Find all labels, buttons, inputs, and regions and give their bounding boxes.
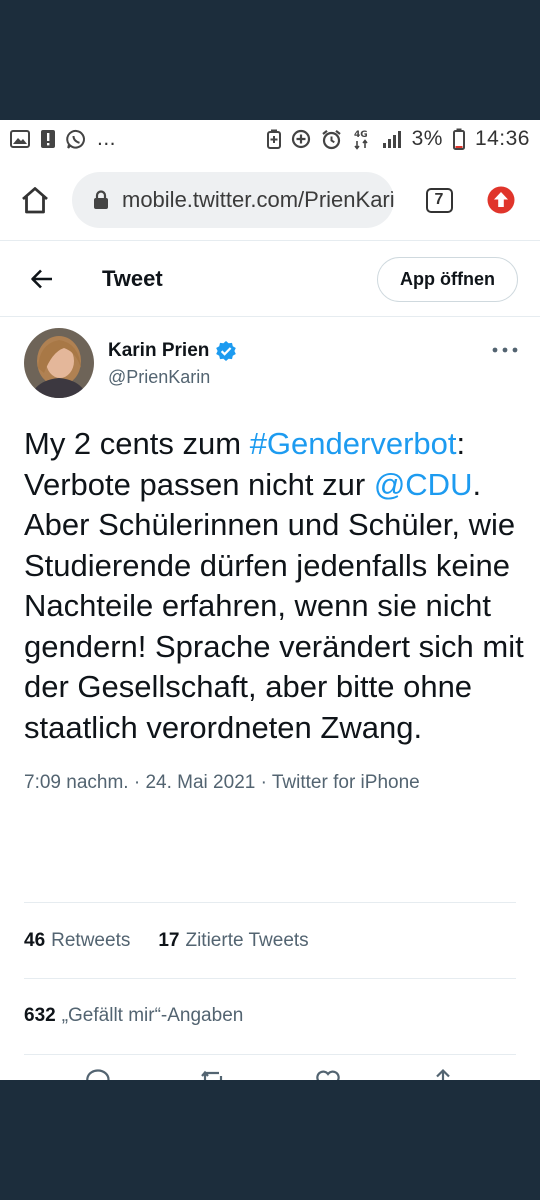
retweets-count: 46 <box>24 930 46 951</box>
back-arrow-icon <box>31 269 52 289</box>
clock: 14:36 <box>474 127 530 150</box>
quote-tweets-stat[interactable]: 17 Zitierte Tweets <box>158 930 308 952</box>
author-handle[interactable]: @PrienKarin <box>108 367 237 388</box>
heart-icon <box>315 1070 340 1080</box>
like-stats: 632 „Gefällt mir“-Angaben <box>24 978 516 1054</box>
signal-icon <box>382 128 402 150</box>
retweet-button[interactable] <box>198 1068 228 1080</box>
quote-tweets-count: 17 <box>158 930 180 951</box>
quote-tweets-label: Zitierte Tweets <box>185 930 309 951</box>
avatar[interactable] <box>24 328 94 398</box>
data-saver-icon <box>291 128 311 150</box>
tweet-meta: 7:09 nachm. · 24. Mai 2021 · Twitter for… <box>24 772 520 794</box>
browser-toolbar: mobile.twitter.com/PrienKarin 7 <box>0 160 540 240</box>
tweet-time[interactable]: 7:09 nachm. <box>24 772 129 793</box>
top-frame <box>0 0 540 120</box>
likes-divider <box>24 1054 516 1055</box>
battery-icon <box>452 128 465 150</box>
retweet-icon <box>200 1070 222 1080</box>
tab-switcher-button[interactable]: 7 <box>416 177 462 223</box>
author-name[interactable]: Karin Prien <box>108 340 209 362</box>
mention-link[interactable]: @CDU <box>374 467 473 502</box>
author-info: Karin Prien @PrienKarin <box>108 328 237 388</box>
open-app-button[interactable]: App öffnen <box>377 256 518 302</box>
volte-icon: 4G <box>352 128 372 150</box>
update-button[interactable] <box>478 177 524 223</box>
verified-badge-icon <box>216 341 237 361</box>
lock-icon <box>90 189 112 211</box>
update-arrow-icon <box>487 186 515 214</box>
svg-text:4G: 4G <box>354 130 368 140</box>
page-title: Tweet <box>102 266 163 291</box>
alert-icon <box>40 128 56 150</box>
tweet-text-part-1: My 2 cents zum <box>24 426 250 461</box>
tweet-date[interactable]: 24. Mai 2021 <box>145 772 255 793</box>
author-name-row: Karin Prien <box>108 340 237 362</box>
url-text: mobile.twitter.com/PrienKarin <box>122 187 394 212</box>
tweet-text-part-3: . Aber Schülerinnen und Schüler, wie Stu… <box>24 466 524 745</box>
reply-button[interactable] <box>83 1068 113 1080</box>
meta-separator-1: · <box>128 772 146 793</box>
alarm-icon <box>321 128 342 150</box>
more-notifications-indicator: ... <box>97 127 117 150</box>
retweets-stat[interactable]: 46 Retweets <box>24 930 130 952</box>
author-row: Karin Prien @PrienKarin <box>24 328 520 398</box>
address-bar[interactable]: mobile.twitter.com/PrienKarin <box>72 172 394 228</box>
likes-stat[interactable]: 632 „Gefällt mir“-Angaben <box>24 1005 243 1027</box>
tweet-source[interactable]: Twitter for iPhone <box>272 772 420 793</box>
status-bar-right: 4G 3% 14:36 <box>266 127 530 151</box>
share-button[interactable] <box>428 1068 458 1080</box>
battery-percentage: 3% <box>411 127 443 150</box>
tweet: Karin Prien @PrienKarin My 2 cents zum #… <box>24 328 524 794</box>
whatsapp-icon <box>66 128 87 150</box>
twitter-header: Tweet App öffnen <box>0 242 540 316</box>
tweet-text: My 2 cents zum #Genderverbot: Verbote pa… <box>24 424 524 748</box>
battery-saver-icon <box>266 128 281 150</box>
share-icon <box>435 1068 450 1080</box>
likes-count: 632 <box>24 1005 56 1026</box>
more-dots-icon <box>492 347 518 353</box>
image-icon <box>10 128 30 150</box>
home-button[interactable] <box>12 177 58 223</box>
more-options-button[interactable] <box>490 338 520 362</box>
likes-label: „Gefällt mir“-Angaben <box>61 1005 244 1026</box>
tab-count: 7 <box>425 187 453 213</box>
browser-divider <box>0 240 540 241</box>
bottom-frame <box>0 1080 540 1200</box>
reply-icon <box>85 1069 110 1080</box>
status-bar: ... 4G 3% 14:36 <box>0 120 540 158</box>
tweet-actions <box>0 1068 540 1080</box>
header-divider <box>0 316 540 317</box>
phone-screen: ... 4G 3% 14:36 mobile.twitter.com/Prien… <box>0 120 540 1080</box>
like-button[interactable] <box>313 1068 343 1080</box>
retweets-label: Retweets <box>51 930 131 951</box>
home-icon <box>22 187 48 214</box>
status-bar-left: ... <box>10 127 116 151</box>
hashtag-link[interactable]: #Genderverbot <box>250 426 457 461</box>
back-button[interactable] <box>22 259 62 299</box>
retweet-stats: 46 Retweets 17 Zitierte Tweets <box>24 903 516 979</box>
meta-separator-2: · <box>255 772 272 793</box>
